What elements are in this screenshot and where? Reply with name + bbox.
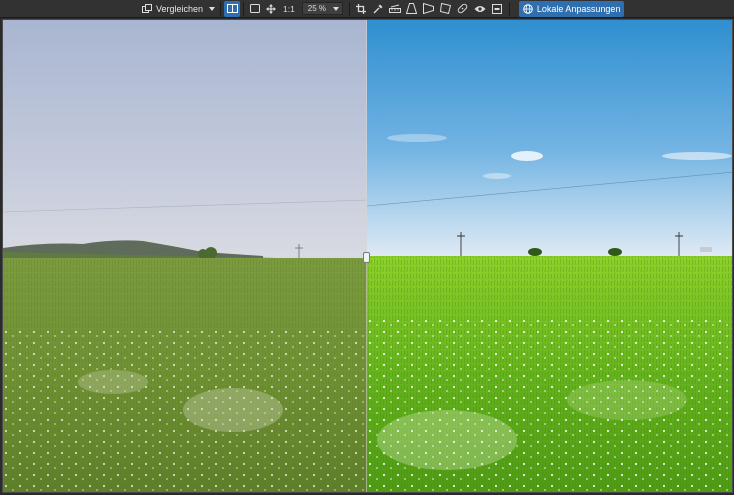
straighten-icon [388, 4, 401, 13]
image-canvas[interactable] [2, 19, 733, 493]
compare-icon [142, 4, 152, 13]
healing-tool-button[interactable] [455, 1, 471, 17]
before-image [3, 20, 367, 492]
move-tool-button[interactable] [263, 1, 279, 17]
healing-icon [458, 3, 468, 14]
move-icon [266, 3, 277, 14]
perspective-vertical-icon [406, 3, 418, 14]
eyedropper-icon [373, 4, 383, 13]
split-divider-handle[interactable] [363, 252, 370, 263]
before-after-toggle-icon [491, 3, 502, 14]
local-adjustments-label: Lokale Anpassungen [536, 3, 621, 14]
crop-tool-button[interactable] [353, 1, 369, 17]
view-controls: Vergleichen 1:1 25 % [138, 0, 353, 18]
top-toolbar: Vergleichen 1:1 25 % Lokale Anpassungen [0, 0, 734, 18]
split-view-button[interactable] [224, 0, 241, 17]
perspective-horizontal-button[interactable] [421, 1, 437, 17]
split-view-icon [226, 4, 238, 13]
eyedropper-tool-button[interactable] [370, 1, 386, 17]
perspective-horizontal-icon [423, 3, 435, 14]
crop-icon [355, 3, 366, 14]
compare-dropdown-button[interactable] [207, 1, 217, 17]
zoom-one-to-one-button[interactable]: 1:1 [281, 1, 297, 17]
single-view-button[interactable] [247, 1, 263, 17]
after-image [367, 20, 732, 492]
perspective-free-button[interactable] [438, 1, 454, 17]
local-adjustments-icon [523, 3, 533, 14]
toolbar-separator [508, 1, 510, 16]
compare-button[interactable]: Vergleichen [138, 1, 207, 17]
before-after-toggle-button[interactable] [489, 1, 505, 17]
toolbar-separator [220, 1, 222, 16]
compare-label: Vergleichen [156, 3, 204, 14]
toolbar-separator [348, 1, 350, 16]
zoom-value: 25 % [307, 4, 326, 13]
preview-eye-icon [474, 5, 486, 12]
local-adjustments-button[interactable]: Lokale Anpassungen [518, 0, 625, 17]
straighten-tool-button[interactable] [387, 1, 403, 17]
single-view-icon [250, 4, 261, 13]
tool-controls [353, 0, 513, 18]
zoom-select[interactable]: 25 % [301, 2, 343, 15]
preview-eye-button[interactable] [472, 1, 488, 17]
toolbar-separator [243, 1, 245, 16]
perspective-vertical-button[interactable] [404, 1, 420, 17]
zoom-dropdown-icon [331, 3, 342, 14]
dropdown-caret-icon [209, 6, 216, 11]
perspective-free-icon [440, 3, 452, 14]
